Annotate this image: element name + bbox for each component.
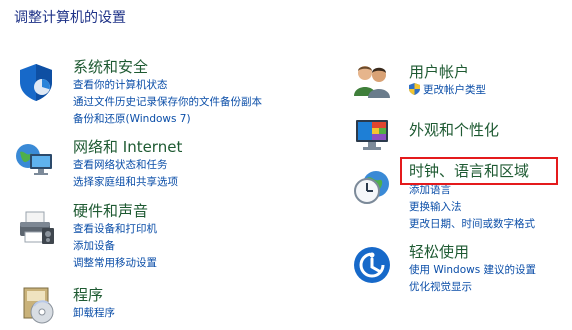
link-change-date-time-format[interactable]: 更改日期、时间或数字格式 (409, 216, 535, 233)
link-backup-restore[interactable]: 备份和还原(Windows 7) (73, 111, 262, 128)
link-change-account-type-label: 更改帐户类型 (423, 84, 486, 96)
link-homegroup-sharing[interactable]: 选择家庭组和共享选项 (73, 174, 178, 191)
link-mobility-settings[interactable]: 调整常用移动设置 (73, 255, 157, 272)
category-title-programs[interactable]: 程序 (73, 286, 103, 304)
programs-disk-icon[interactable] (18, 284, 58, 324)
link-change-account-type[interactable]: 更改帐户类型 (409, 82, 486, 99)
printer-icon[interactable] (16, 208, 56, 248)
category-title-hardware-sound[interactable]: 硬件和声音 (73, 202, 148, 220)
category-title-ease-of-access[interactable]: 轻松使用 (409, 243, 469, 261)
page-title: 调整计算机的设置 (14, 10, 126, 26)
category-title-network-internet[interactable]: 网络和 Internet (73, 138, 182, 156)
security-shield-icon[interactable] (16, 62, 56, 102)
monitor-palette-icon[interactable] (352, 114, 392, 154)
category-title-user-accounts[interactable]: 用户帐户 (409, 63, 469, 81)
ease-of-access-icon[interactable] (352, 245, 392, 285)
link-devices-printers[interactable]: 查看设备和打印机 (73, 221, 157, 238)
link-uninstall-program[interactable]: 卸载程序 (73, 305, 115, 322)
category-title-appearance[interactable]: 外观和个性化 (409, 121, 499, 139)
highlight-annotation-box (400, 157, 558, 185)
network-globe-icon[interactable] (14, 140, 54, 180)
link-change-input-method[interactable]: 更换输入法 (409, 199, 535, 216)
category-title-system-security[interactable]: 系统和安全 (73, 58, 148, 76)
link-view-computer-status[interactable]: 查看你的计算机状态 (73, 77, 262, 94)
link-add-device[interactable]: 添加设备 (73, 238, 157, 255)
link-optimize-visual-display[interactable]: 优化视觉显示 (409, 279, 536, 296)
clock-globe-icon[interactable] (352, 166, 392, 206)
users-icon[interactable] (352, 60, 392, 100)
link-windows-recommended-settings[interactable]: 使用 Windows 建议的设置 (409, 262, 536, 279)
link-file-history-backup[interactable]: 通过文件历史记录保存你的文件备份副本 (73, 94, 262, 111)
uac-shield-icon (409, 83, 420, 95)
link-network-status-tasks[interactable]: 查看网络状态和任务 (73, 157, 178, 174)
